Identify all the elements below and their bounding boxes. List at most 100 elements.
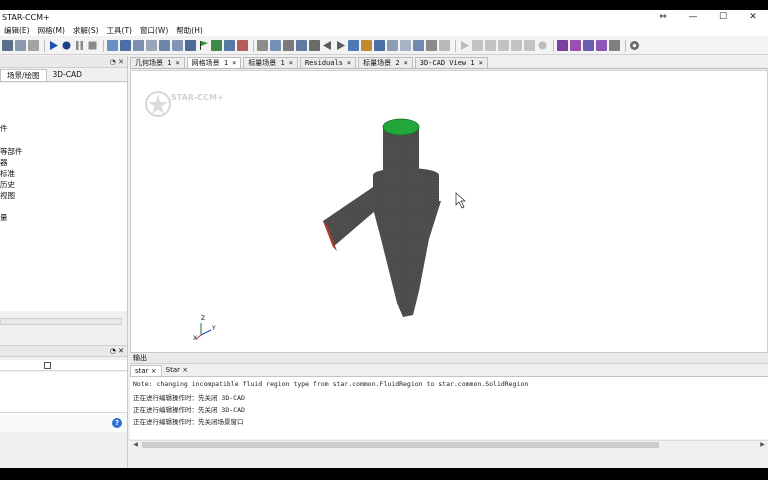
step-forward-icon[interactable] [511, 40, 522, 51]
menu-window[interactable]: 窗口(W) [136, 25, 172, 36]
monitor-icon[interactable] [570, 40, 581, 51]
arrow-right-icon[interactable] [335, 40, 346, 51]
step-icon[interactable] [61, 40, 72, 51]
tree-item[interactable]: 量 [0, 212, 8, 223]
stop-record-icon[interactable] [237, 40, 248, 51]
part-tool-icon[interactable] [133, 40, 144, 51]
resize-icon[interactable]: ⇔ [648, 10, 678, 24]
close-tab-icon[interactable]: × [404, 59, 408, 67]
record-icon[interactable] [472, 40, 483, 51]
scene-viewport[interactable]: STAR-CCM+ Z Y X [130, 70, 768, 354]
panel-controls[interactable]: ◔ ✕ [110, 347, 124, 355]
tab-output-star[interactable]: star × [130, 365, 162, 376]
tab-scalar-scene-2[interactable]: 标量场景 2 × [358, 57, 413, 68]
tree-item[interactable]: 器 [0, 157, 8, 168]
fast-forward-icon[interactable] [524, 40, 535, 51]
letterbox-top [0, 0, 768, 10]
output-console[interactable]: Note: changing incompatible fluid region… [130, 377, 768, 439]
menu-help[interactable]: 帮助(H) [172, 25, 207, 36]
tab-scenes-plots[interactable]: 场景/绘图 [0, 69, 47, 81]
light-icon[interactable] [361, 40, 372, 51]
tab-residuals[interactable]: Residuals × [299, 57, 357, 68]
tree-item[interactable]: 件 [0, 123, 8, 134]
window-controls: ⇔ — ☐ ✕ [648, 10, 768, 24]
property-checkbox[interactable] [44, 362, 51, 369]
tab-3d-cad-view[interactable]: 3D-CAD View 1 × [414, 57, 488, 68]
dropdown-icon[interactable] [609, 40, 620, 51]
letterbox-bottom [0, 468, 768, 480]
left-panel-tabs: 场景/绘图 3D-CAD [0, 68, 127, 82]
flag-icon[interactable] [198, 40, 209, 51]
geometry-tool-icon[interactable] [120, 40, 131, 51]
stop-icon[interactable] [87, 40, 98, 51]
cyclone-cone [371, 201, 441, 317]
menu-tools[interactable]: 工具(T) [103, 25, 136, 36]
report-icon[interactable] [557, 40, 568, 51]
camera-icon[interactable] [257, 40, 268, 51]
mesh-tool-icon[interactable] [107, 40, 118, 51]
minimize-button[interactable]: — [678, 10, 708, 24]
tab-geometry-scene[interactable]: 几何场景 1 × [130, 57, 185, 68]
tree-item[interactable]: 标准 [0, 168, 15, 179]
run-person-icon[interactable] [211, 40, 222, 51]
settings-gear-icon[interactable] [629, 40, 640, 51]
close-button[interactable]: ✕ [738, 10, 768, 24]
menu-edit[interactable]: 编辑(E) [0, 25, 34, 36]
close-tab-icon[interactable]: × [479, 59, 483, 67]
close-tab-icon[interactable]: × [175, 59, 179, 67]
mouse-cursor-icon [455, 192, 466, 209]
stop-animation-icon[interactable] [537, 40, 548, 51]
scroll-thumb[interactable] [142, 442, 659, 448]
region-tool-icon[interactable] [172, 40, 183, 51]
close-tab-icon[interactable]: × [151, 367, 157, 375]
tab-output-star-2[interactable]: Star × [162, 365, 192, 376]
close-tab-icon[interactable]: × [182, 366, 188, 374]
tab-label: Residuals [304, 59, 343, 67]
table-icon[interactable] [387, 40, 398, 51]
zoom-box-icon[interactable] [283, 40, 294, 51]
pan-icon[interactable] [309, 40, 320, 51]
panel-controls[interactable]: ◔ ✕ [110, 58, 124, 66]
play-animation-icon[interactable] [459, 40, 470, 51]
annotation-icon[interactable] [596, 40, 607, 51]
run-icon[interactable] [48, 40, 59, 51]
new-simulation-icon[interactable] [2, 40, 13, 51]
save-icon[interactable] [28, 40, 39, 51]
plot-icon[interactable] [413, 40, 424, 51]
motion-icon[interactable] [224, 40, 235, 51]
output-scrollbar[interactable]: ◀ ▶ [130, 440, 768, 449]
tree-scrollbar[interactable] [0, 318, 122, 325]
coordinates-icon[interactable] [374, 40, 385, 51]
close-tab-icon[interactable]: × [232, 59, 236, 67]
maximize-button[interactable]: ☐ [708, 10, 738, 24]
tree-item[interactable]: 历史 [0, 179, 15, 190]
arrow-left-icon[interactable] [322, 40, 333, 51]
close-tab-icon[interactable]: × [347, 59, 351, 67]
close-tab-icon[interactable]: × [289, 59, 293, 67]
fit-view-icon[interactable] [270, 40, 281, 51]
tab-3d-cad[interactable]: 3D-CAD [47, 69, 88, 81]
view-3d-icon[interactable] [348, 40, 359, 51]
screenshot-icon[interactable] [426, 40, 437, 51]
rotate-icon[interactable] [296, 40, 307, 51]
scroll-left-icon[interactable]: ◀ [131, 441, 140, 449]
derived-parts-icon[interactable] [583, 40, 594, 51]
menu-solve[interactable]: 求解(S) [69, 25, 103, 36]
open-icon[interactable] [15, 40, 26, 51]
step-back-icon[interactable] [498, 40, 509, 51]
tree-item[interactable]: 视图 [0, 190, 15, 201]
select-icon[interactable] [400, 40, 411, 51]
help-icon[interactable]: ? [112, 418, 122, 428]
tab-scalar-scene-1[interactable]: 标量场景 1 × [243, 57, 298, 68]
pause-icon[interactable] [74, 40, 85, 51]
surface-tool-icon[interactable] [146, 40, 157, 51]
volume-tool-icon[interactable] [159, 40, 170, 51]
tab-mesh-scene[interactable]: 网格场景 1 × [186, 57, 242, 68]
grid-tool-icon[interactable] [185, 40, 196, 51]
menu-mesh[interactable]: 网格(M) [34, 25, 69, 36]
scroll-right-icon[interactable]: ▶ [758, 441, 767, 449]
tree-item[interactable]: 等部件 [0, 146, 23, 157]
output-line: 正在进行编辑操作时：先关闭 3D-CAD [133, 406, 245, 414]
export-icon[interactable] [439, 40, 450, 51]
rewind-icon[interactable] [485, 40, 496, 51]
